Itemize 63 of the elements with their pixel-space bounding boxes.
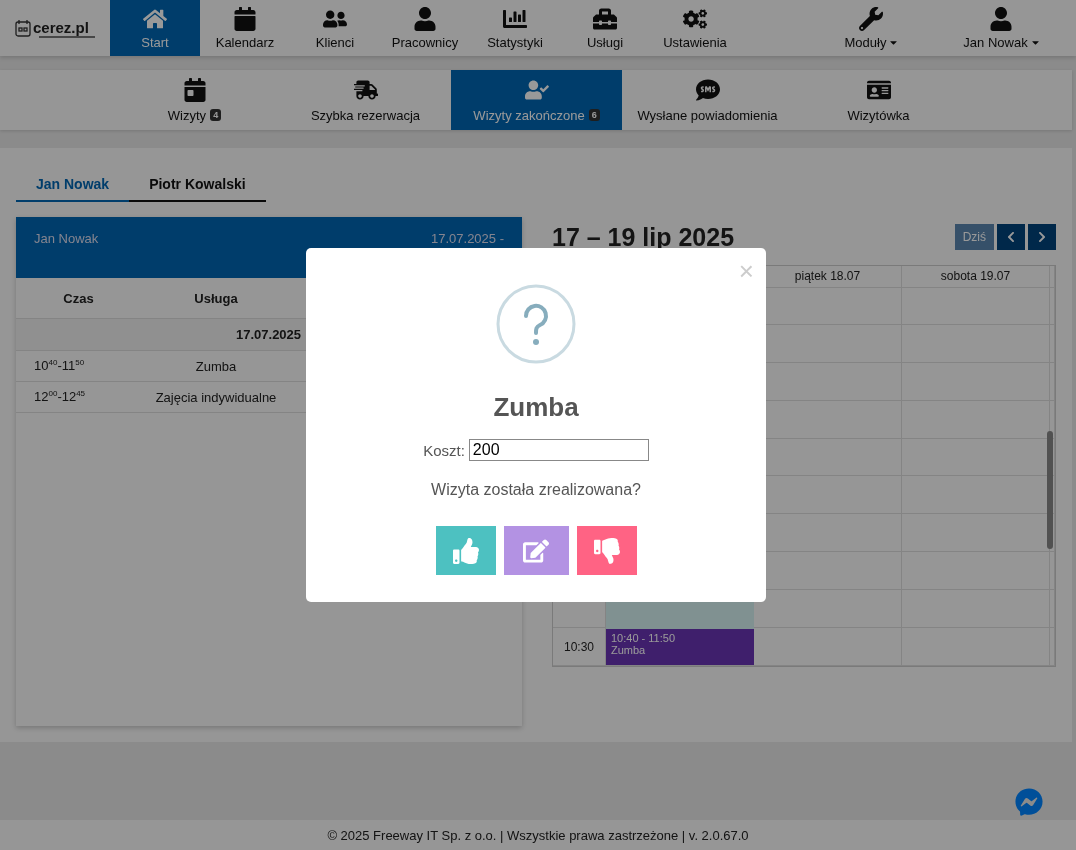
messenger-icon[interactable] — [1015, 788, 1043, 816]
user-check-icon — [524, 77, 549, 102]
calendar-icon — [233, 6, 257, 31]
thumbs-up-icon — [452, 537, 479, 564]
date-row-label: 17.07.2025 — [236, 327, 302, 342]
confirm-button[interactable] — [435, 526, 496, 575]
sub-nav-item[interactable]: Wizyty zakończone 6 — [451, 70, 622, 130]
question-circle-icon — [496, 284, 576, 364]
column-header: Czas — [62, 290, 95, 306]
nav-item[interactable]: Usługi — [560, 0, 650, 56]
service-cell-text: Zumba — [194, 358, 238, 374]
chevron-right-icon — [1036, 231, 1048, 243]
user-icon — [989, 6, 1013, 31]
nav-item[interactable]: Start — [110, 0, 200, 56]
truck-icon — [353, 77, 378, 102]
thumbs-down-icon — [593, 537, 620, 564]
count-badge: 6 — [588, 109, 600, 121]
panel-employee-name: Jan Nowak — [34, 231, 99, 248]
nav-item[interactable]: Ustawienia — [650, 0, 740, 56]
previous-button[interactable] — [997, 224, 1025, 250]
panel-date-range: 17.07.2025 - — [431, 231, 504, 248]
edit-button[interactable] — [503, 526, 569, 575]
next-button[interactable] — [1028, 224, 1056, 250]
sub-nav-item[interactable]: Wizytówka — [793, 70, 964, 130]
user-icon — [413, 6, 437, 31]
nav-item[interactable]: Statystyki — [470, 0, 560, 56]
day-header: piątek 18.07 — [794, 269, 861, 284]
dialog-title: Zumba — [493, 392, 579, 423]
sub-nav-item[interactable]: Szybka rezerwacja — [280, 70, 451, 130]
count-badge: 4 — [210, 109, 222, 121]
wrench-icon — [859, 6, 883, 31]
reject-button[interactable] — [576, 526, 637, 575]
time-cell-text: 12$^{00}$-12$^{45}$ — [33, 389, 87, 405]
sub-nav-item[interactable]: Wysłane powiadomienia — [622, 70, 793, 130]
nav-item[interactable]: Kalendarz — [200, 0, 290, 56]
sub-nav-item[interactable]: Wizyty 4 — [109, 70, 280, 130]
gears-icon — [683, 6, 707, 31]
time-cell-text: 10$^{40}$-11$^{50}$ — [33, 358, 86, 374]
nav-item[interactable]: Pracownicy — [380, 0, 470, 56]
day-header: sobota 19.07 — [940, 269, 1011, 284]
sms-bubble-icon — [695, 77, 720, 102]
time-label: 10:30 — [564, 639, 594, 654]
column-header: Usługa — [193, 290, 239, 306]
nav-dropdown[interactable]: Moduły — [816, 0, 926, 56]
edit-icon — [523, 537, 549, 564]
footer-text: © 2025 Freeway IT Sp. z o.o. | Wszystkie prawa zastrzeżone | v. 2.0.67.0 — [327, 827, 749, 843]
cost-input[interactable]: 200 — [468, 439, 649, 461]
chevron-left-icon — [1005, 231, 1017, 243]
cost-label: Koszt: — [423, 441, 465, 459]
scrollbar[interactable] — [1047, 431, 1053, 549]
logo-tagline-line — [39, 35, 95, 38]
nav-dropdown[interactable]: Jan Nowak — [926, 0, 1076, 56]
calendar-icon — [182, 77, 207, 102]
logo-name: cerez.pl — [33, 18, 90, 36]
employee-tab[interactable]: Jan Nowak — [16, 170, 130, 202]
dialog-question: Wizyta została zrealizowana? — [431, 481, 641, 499]
calendar-title: 17 – 19 lip 2025 — [552, 222, 736, 252]
service-cell-text: Zajęcia indywidualne — [154, 389, 278, 405]
calendar-event[interactable]: 10:40 - 11:50 Zumba — [606, 629, 754, 665]
nav-item[interactable]: Klienci — [290, 0, 380, 56]
logo-calendar-icon — [15, 19, 31, 37]
employee-tab[interactable]: Piotr Kowalski — [129, 170, 266, 202]
toolbox-icon — [593, 6, 617, 31]
